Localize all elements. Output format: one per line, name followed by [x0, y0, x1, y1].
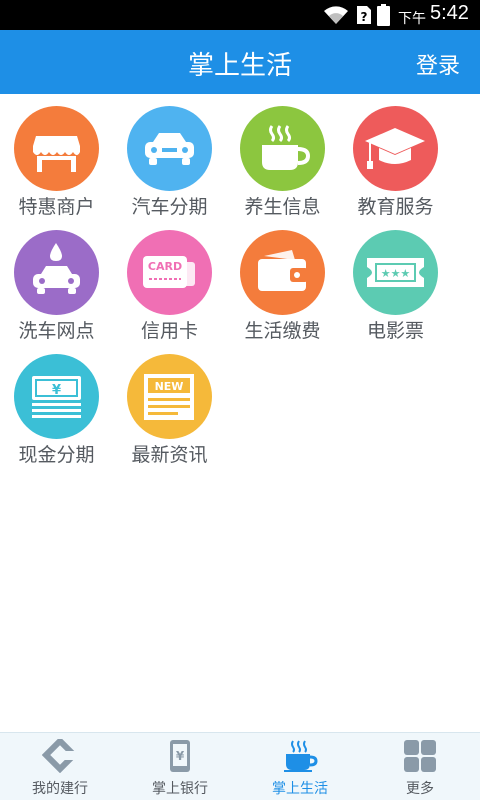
movie-ticket-icon: ★★★: [353, 230, 438, 315]
service-label: 汽车分期: [131, 196, 208, 218]
ticket-stars: ★★★: [381, 267, 411, 280]
nav-yen-text: ¥: [176, 749, 185, 763]
service-tile-car-wash[interactable]: 洗车网点: [0, 218, 113, 342]
coffee-cup-icon: [284, 740, 318, 772]
status-ampm: 下午: [398, 11, 426, 27]
nav-item-more[interactable]: 更多: [360, 733, 480, 800]
car-wash-icon: [14, 230, 99, 315]
bottom-nav: 我的建行 ¥ 掌上银行 掌上生活 更多: [0, 732, 480, 800]
login-button[interactable]: 登录: [416, 48, 460, 80]
phone-yen-icon: ¥: [170, 740, 190, 772]
service-tile-merchant[interactable]: 特惠商户: [0, 94, 113, 218]
service-label: 信用卡: [140, 320, 198, 342]
car-icon: [127, 106, 212, 191]
storefront-icon: [14, 106, 99, 191]
new-text: NEW: [155, 380, 184, 393]
cash-icon: ¥: [14, 354, 99, 439]
graduation-cap-icon: [353, 106, 438, 191]
app-screen: ? 下午 5:42 掌上生活 登录 特惠商户 汽车分期 养生信息 教育服务 洗车…: [0, 0, 480, 800]
page-title: 掌上生活: [187, 51, 292, 81]
service-label: 现金分期: [18, 444, 95, 466]
nav-item-mobile-bank[interactable]: ¥ 掌上银行: [120, 733, 240, 800]
service-label: 生活缴费: [244, 320, 321, 342]
credit-card-icon: CARD: [127, 230, 212, 315]
service-tile-credit-card[interactable]: CARD 信用卡: [113, 218, 226, 342]
ccb-logo-icon: [42, 739, 78, 773]
svg-text:?: ?: [361, 10, 368, 24]
grid-more-icon: [404, 740, 436, 772]
nav-item-life[interactable]: 掌上生活: [240, 733, 360, 800]
wifi-icon: [324, 6, 348, 24]
nav-label: 我的建行: [32, 781, 88, 797]
coffee-cup-icon: [240, 106, 325, 191]
service-label: 最新资讯: [131, 444, 208, 466]
service-label: 洗车网点: [18, 320, 95, 342]
sim-icon: ?: [357, 6, 371, 24]
service-tile-bill-payment[interactable]: 生活缴费: [226, 218, 339, 342]
card-text: CARD: [148, 260, 182, 273]
nav-label: 掌上银行: [152, 781, 208, 797]
service-tile-health[interactable]: 养生信息: [226, 94, 339, 218]
service-label: 教育服务: [357, 196, 434, 218]
nav-item-my-ccb[interactable]: 我的建行: [0, 733, 120, 800]
battery-icon: [377, 4, 390, 26]
service-label: 电影票: [366, 320, 424, 342]
service-tile-movie-ticket[interactable]: ★★★ 电影票: [339, 218, 452, 342]
service-label: 特惠商户: [18, 196, 95, 218]
nav-label: 更多: [406, 781, 434, 797]
status-time: 5:42: [430, 2, 469, 24]
status-bar: ? 下午 5:42: [0, 0, 480, 30]
yen-text: ¥: [52, 383, 61, 398]
service-tile-education[interactable]: 教育服务: [339, 94, 452, 218]
wallet-icon: [240, 230, 325, 315]
service-label: 养生信息: [244, 196, 321, 218]
newspaper-icon: NEW: [127, 354, 212, 439]
app-header: 掌上生活 登录: [0, 30, 480, 94]
service-tile-car-loan[interactable]: 汽车分期: [113, 94, 226, 218]
nav-label: 掌上生活: [272, 781, 328, 797]
service-tile-cash-installment[interactable]: ¥ 现金分期: [0, 342, 113, 466]
service-tile-news[interactable]: NEW 最新资讯: [113, 342, 226, 466]
